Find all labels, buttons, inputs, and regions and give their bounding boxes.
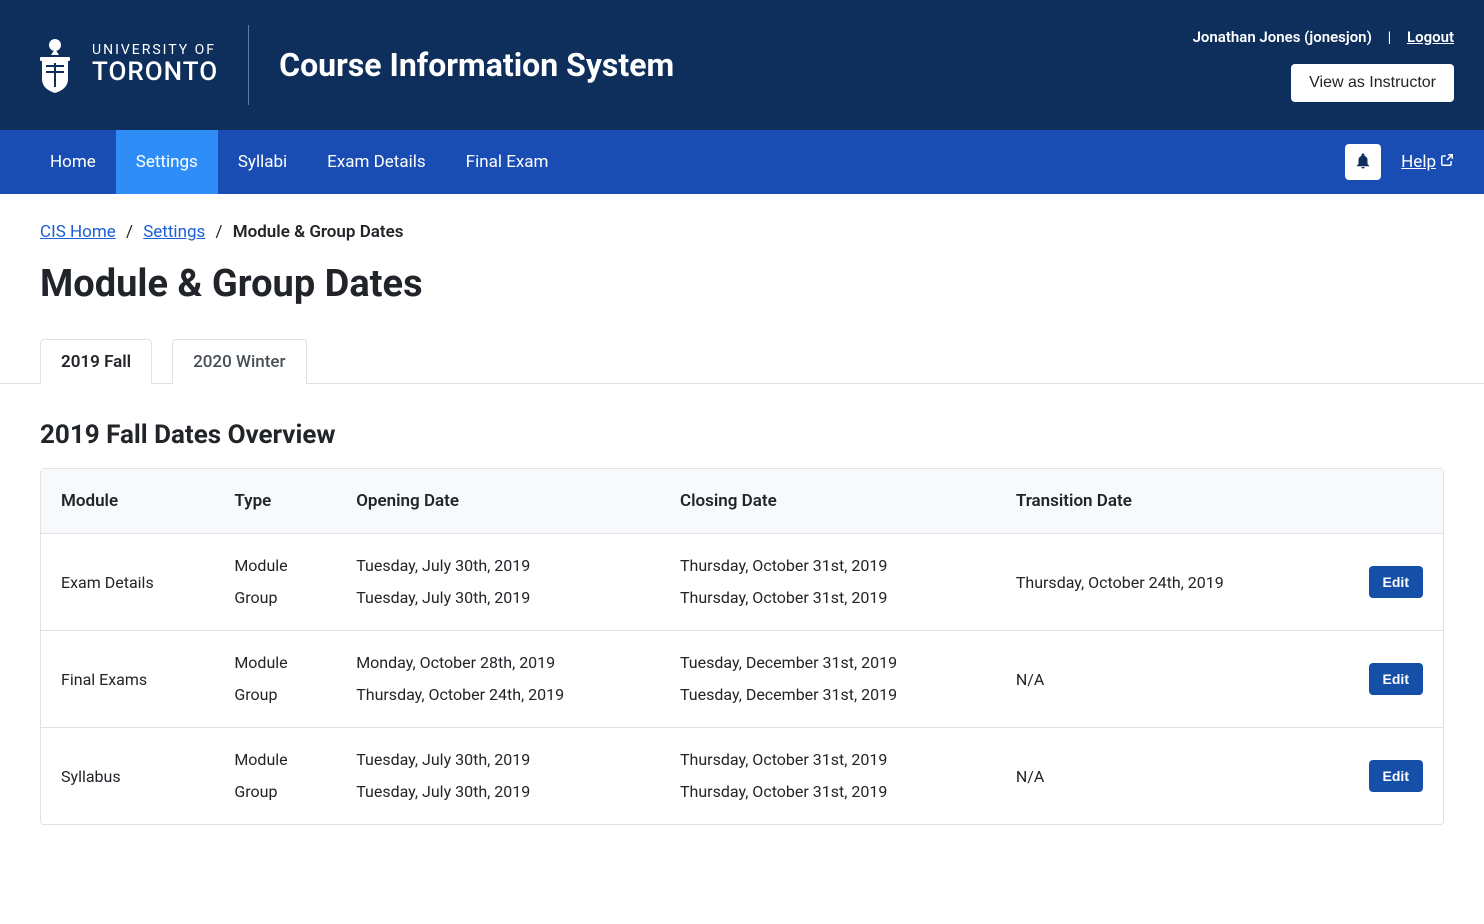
date-value: Tuesday, July 30th, 2019	[356, 550, 640, 582]
separator-icon: |	[1388, 28, 1392, 46]
closing-date-cell: Tuesday, December 31st, 2019Tuesday, Dec…	[660, 631, 996, 728]
notifications-button[interactable]	[1345, 144, 1381, 180]
transition-date-cell: Thursday, October 24th, 2019	[996, 534, 1320, 631]
page-title: Module & Group Dates	[40, 262, 1444, 306]
main-content: CIS Home / Settings / Module & Group Dat…	[0, 194, 1484, 853]
breadcrumb: CIS Home / Settings / Module & Group Dat…	[40, 222, 1444, 242]
type-cell: ModuleGroup	[214, 728, 336, 824]
date-value: Thursday, October 31st, 2019	[680, 582, 976, 614]
nav-item-settings[interactable]: Settings	[116, 130, 218, 194]
date-value: Monday, October 28th, 2019	[356, 647, 640, 679]
date-value: Thursday, October 31st, 2019	[680, 744, 976, 776]
logo-section: UNIVERSITY OF TORONTO	[30, 35, 218, 95]
column-header	[1320, 469, 1443, 534]
date-value: Tuesday, July 30th, 2019	[356, 582, 640, 614]
transition-date-cell: N/A	[996, 728, 1320, 824]
closing-date-cell: Thursday, October 31st, 2019Thursday, Oc…	[660, 534, 996, 631]
system-title: Course Information System	[279, 46, 674, 84]
breadcrumb-sep-icon: /	[216, 222, 223, 242]
date-value: Thursday, October 31st, 2019	[680, 776, 976, 808]
type-label: Group	[234, 776, 316, 808]
date-value: Tuesday, December 31st, 2019	[680, 679, 976, 711]
column-header: Closing Date	[660, 469, 996, 534]
transition-date-cell: N/A	[996, 631, 1320, 728]
column-header: Type	[214, 469, 336, 534]
opening-date-cell: Tuesday, July 30th, 2019Tuesday, July 30…	[336, 728, 660, 824]
term-tabs: 2019 Fall 2020 Winter	[0, 338, 1484, 384]
date-value: Thursday, October 24th, 2019	[356, 679, 640, 711]
table-header-row: ModuleTypeOpening DateClosing DateTransi…	[41, 469, 1443, 534]
column-header: Transition Date	[996, 469, 1320, 534]
type-label: Group	[234, 582, 316, 614]
type-label: Group	[234, 679, 316, 711]
tab-2020-winter[interactable]: 2020 Winter	[172, 339, 306, 384]
section-title: 2019 Fall Dates Overview	[40, 420, 1444, 450]
type-label: Module	[234, 647, 316, 679]
type-label: Module	[234, 744, 316, 776]
closing-date-cell: Thursday, October 31st, 2019Thursday, Oc…	[660, 728, 996, 824]
date-value: Tuesday, December 31st, 2019	[680, 647, 976, 679]
user-label: Jonathan Jones (jonesjon)	[1193, 28, 1372, 46]
edit-button[interactable]: Edit	[1369, 663, 1423, 695]
module-name-cell: Syllabus	[41, 728, 214, 824]
type-cell: ModuleGroup	[214, 631, 336, 728]
date-value: Tuesday, July 30th, 2019	[356, 776, 640, 808]
logout-link[interactable]: Logout	[1407, 28, 1454, 46]
column-header: Module	[41, 469, 214, 534]
breadcrumb-sep-icon: /	[126, 222, 133, 242]
table-row: Final ExamsModuleGroupMonday, October 28…	[41, 631, 1443, 728]
university-wordmark: UNIVERSITY OF TORONTO	[92, 43, 218, 87]
breadcrumb-home[interactable]: CIS Home	[40, 222, 116, 242]
table-row: Exam DetailsModuleGroupTuesday, July 30t…	[41, 534, 1443, 631]
actions-cell: Edit	[1320, 631, 1443, 728]
university-name-bottom: TORONTO	[92, 58, 218, 87]
help-link[interactable]: Help	[1401, 152, 1454, 172]
column-header: Opening Date	[336, 469, 660, 534]
nav-item-exam-details[interactable]: Exam Details	[307, 130, 446, 194]
table-row: SyllabusModuleGroupTuesday, July 30th, 2…	[41, 728, 1443, 824]
bell-icon	[1354, 152, 1372, 173]
date-value: Tuesday, July 30th, 2019	[356, 744, 640, 776]
module-name-cell: Exam Details	[41, 534, 214, 631]
date-value: Thursday, October 31st, 2019	[680, 550, 976, 582]
header-right: Jonathan Jones (jonesjon) | Logout View …	[1193, 28, 1454, 102]
tab-2019-fall[interactable]: 2019 Fall	[40, 339, 152, 384]
type-label: Module	[234, 550, 316, 582]
breadcrumb-current: Module & Group Dates	[233, 222, 404, 242]
user-row: Jonathan Jones (jonesjon) | Logout	[1193, 28, 1454, 46]
opening-date-cell: Monday, October 28th, 2019Thursday, Octo…	[336, 631, 660, 728]
edit-button[interactable]: Edit	[1369, 760, 1423, 792]
university-crest-icon	[30, 35, 80, 95]
dates-table: ModuleTypeOpening DateClosing DateTransi…	[40, 468, 1444, 825]
nav-item-final-exam[interactable]: Final Exam	[446, 130, 569, 194]
external-link-icon	[1440, 152, 1454, 172]
actions-cell: Edit	[1320, 728, 1443, 824]
header-banner: UNIVERSITY OF TORONTO Course Information…	[0, 0, 1484, 130]
nav-item-syllabi[interactable]: Syllabi	[218, 130, 307, 194]
view-as-instructor-button[interactable]: View as Instructor	[1291, 64, 1454, 102]
actions-cell: Edit	[1320, 534, 1443, 631]
nav-item-home[interactable]: Home	[30, 130, 116, 194]
edit-button[interactable]: Edit	[1369, 566, 1423, 598]
opening-date-cell: Tuesday, July 30th, 2019Tuesday, July 30…	[336, 534, 660, 631]
module-name-cell: Final Exams	[41, 631, 214, 728]
university-name-top: UNIVERSITY OF	[92, 43, 218, 58]
breadcrumb-settings[interactable]: Settings	[143, 222, 205, 242]
primary-nav: HomeSettingsSyllabiExam DetailsFinal Exa…	[0, 130, 1484, 194]
type-cell: ModuleGroup	[214, 534, 336, 631]
help-link-label: Help	[1401, 152, 1436, 172]
header-divider-icon	[248, 25, 249, 105]
